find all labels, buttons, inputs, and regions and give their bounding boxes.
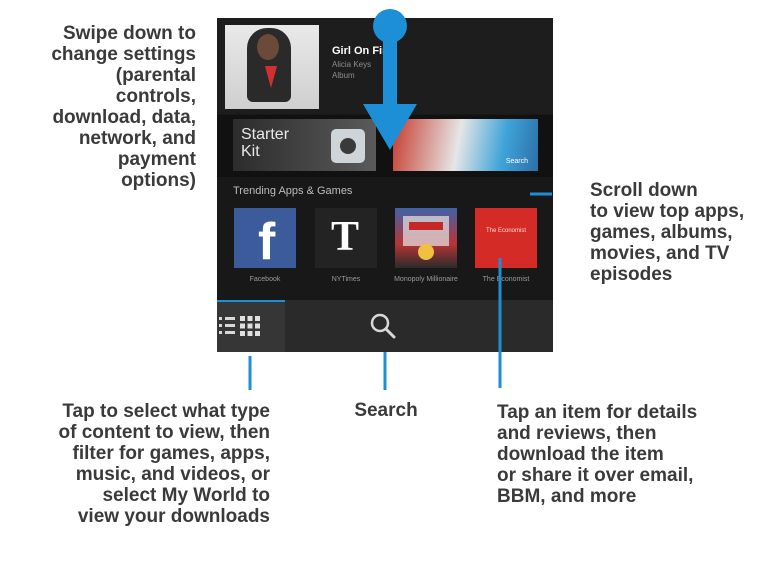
economist-icon: The Economist	[485, 228, 527, 234]
search-icon[interactable]	[369, 312, 397, 340]
app-tile-facebook[interactable]: f	[234, 208, 296, 271]
app-tile-nytimes[interactable]: T	[315, 208, 377, 268]
swipe-settings-callout: Swipe down to change settings (parental …	[51, 23, 196, 191]
active-tab-indicator	[217, 300, 285, 302]
callout-line: and reviews, then	[497, 423, 657, 444]
callout-line: download the item	[497, 444, 664, 465]
callout-line: Tap to select what type	[62, 401, 270, 422]
callout-line: controls,	[115, 86, 196, 107]
callout-line: movies, and TV	[590, 243, 730, 264]
callout-line: Swipe down to	[63, 23, 196, 44]
callout-line: games, albums,	[590, 222, 733, 243]
callout-line: view your downloads	[77, 506, 270, 527]
starter-kit-label: Starter Kit	[241, 126, 289, 160]
callout-line: options)	[121, 170, 196, 191]
nytimes-icon: T	[331, 214, 360, 260]
app-label-facebook: Facebook	[249, 276, 281, 283]
tap-item-callout: Tap an item for details and reviews, the…	[497, 402, 697, 507]
app-label-monopoly: Monopoly Millionaire	[394, 276, 458, 283]
album-title: Girl On Fire	[332, 45, 393, 57]
callout-line: Scroll down	[590, 180, 698, 201]
callout-line: or share it over email,	[497, 465, 694, 486]
callout-line: to view top apps,	[590, 201, 745, 222]
callout-line: Search	[354, 400, 418, 421]
callout-line: network, and	[78, 128, 196, 149]
monopoly-icon	[403, 216, 449, 260]
scroll-down-callout: Scroll down to view top apps, games, alb…	[590, 180, 744, 285]
callout-line: download, data,	[52, 107, 196, 128]
album-cover-bolt	[265, 66, 277, 88]
starter-kit-icon-glyph	[340, 138, 356, 154]
callout-line: (parental	[115, 65, 196, 86]
callout-line: BBM, and more	[497, 486, 637, 507]
callout-line: change settings	[51, 44, 196, 65]
callout-line: music, and videos, or	[75, 464, 270, 485]
callout-line: Tap an item for details	[497, 402, 698, 423]
album-type: Album	[332, 71, 355, 80]
callout-line: episodes	[590, 264, 673, 285]
callout-line: filter for games, apps,	[72, 443, 270, 464]
app-tile-monopoly[interactable]	[395, 208, 457, 268]
grid-icon[interactable]	[239, 315, 261, 337]
callout-line: payment	[117, 149, 196, 170]
section-header: Trending Apps & Games	[233, 185, 353, 197]
starter-kit-tile[interactable]: Starter Kit	[233, 119, 376, 171]
content-type-callout: Tap to select what type of content to vi…	[59, 401, 270, 527]
app-label-economist: The Economist	[482, 276, 530, 283]
bb-world-screen: Girl On Fire Alicia Keys Album Starter K…	[217, 18, 553, 352]
album-cover-face	[257, 34, 279, 60]
starter-label-line: Starter	[241, 126, 290, 143]
starter-label-line: Kit	[241, 143, 260, 160]
list-icon[interactable]	[219, 315, 235, 337]
callout-line: select My World to	[102, 485, 270, 506]
app-label-nytimes: NYTimes	[331, 276, 361, 283]
featured-album-row[interactable]: Girl On Fire Alicia Keys Album	[217, 18, 553, 114]
facebook-icon: f	[258, 213, 276, 271]
featured-banner-tile[interactable]: Search	[393, 119, 538, 171]
bottom-action-bar	[217, 300, 553, 352]
featured-row: Starter Kit Search	[217, 115, 553, 177]
content-type-tab[interactable]	[217, 300, 285, 352]
album-artist: Alicia Keys	[332, 60, 372, 69]
banner-label: Search	[505, 158, 528, 165]
search-callout: Search	[336, 400, 436, 421]
app-tile-economist[interactable]: The Economist	[475, 208, 537, 268]
callout-line: of content to view, then	[58, 422, 270, 443]
